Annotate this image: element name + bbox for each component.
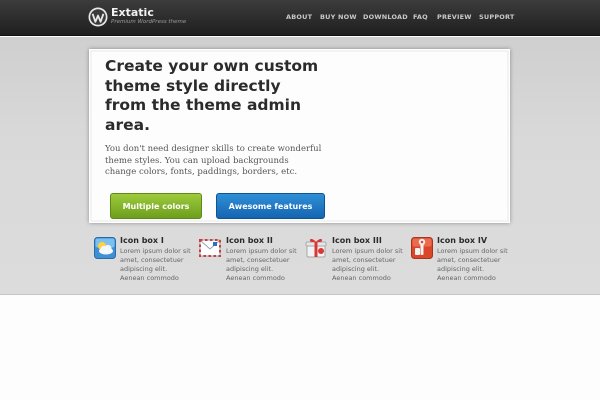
top-header: Extatic Premium WordPress theme ABOUT BU…: [0, 0, 600, 36]
icon-box-2-title: Icon box II: [226, 236, 273, 245]
icon-box-1-text: Aenean commodo: [120, 274, 179, 282]
icon-box-2-text: Aenean commodo: [226, 274, 285, 282]
hero-title-line: from the theme admin: [105, 96, 302, 114]
hero-title-line: area.: [105, 115, 150, 134]
brand-name[interactable]: Extatic: [111, 6, 154, 19]
weather-icon: [94, 237, 116, 259]
icon-box-1-title: Icon box I: [120, 236, 164, 245]
icon-box-4-text: Aenean commodo: [437, 274, 496, 282]
wordpress-logo-icon[interactable]: [88, 7, 108, 27]
nav-preview[interactable]: PREVIEW: [437, 13, 472, 22]
nav-faq[interactable]: FAQ: [413, 13, 428, 22]
mail-envelope-icon: [199, 237, 221, 259]
hero-title: Create your own custom theme style direc…: [105, 57, 345, 135]
nav-buy-now[interactable]: BUY NOW: [320, 13, 357, 22]
awesome-features-button[interactable]: Awesome features: [216, 193, 325, 219]
hero-title-line: theme style directly: [105, 76, 281, 95]
tools-icon: [411, 237, 433, 259]
multiple-colors-button[interactable]: Multiple colors: [110, 193, 202, 219]
hero-title-line: Create your own custom: [105, 57, 319, 75]
hero-text-line: You don't need designer skills to create…: [105, 144, 322, 154]
icon-box-3-text: Aenean commodo: [332, 274, 391, 282]
gift-icon: [305, 237, 327, 259]
nav-download[interactable]: DOWNLOAD: [363, 13, 408, 22]
hero-text-line: change colors, fonts, paddings, borders,…: [105, 167, 298, 177]
icon-box-3-title: Icon box III: [332, 236, 382, 245]
nav-about[interactable]: ABOUT: [286, 13, 312, 22]
hero-text-line: theme styles. You can upload backgrounds: [105, 155, 289, 166]
hero-description: You don't need designer skills to create…: [105, 144, 335, 179]
nav-support[interactable]: SUPPORT: [479, 13, 515, 22]
icon-box-4-title: Icon box IV: [437, 236, 488, 245]
brand-tagline: Premium WordPress theme: [111, 19, 187, 25]
